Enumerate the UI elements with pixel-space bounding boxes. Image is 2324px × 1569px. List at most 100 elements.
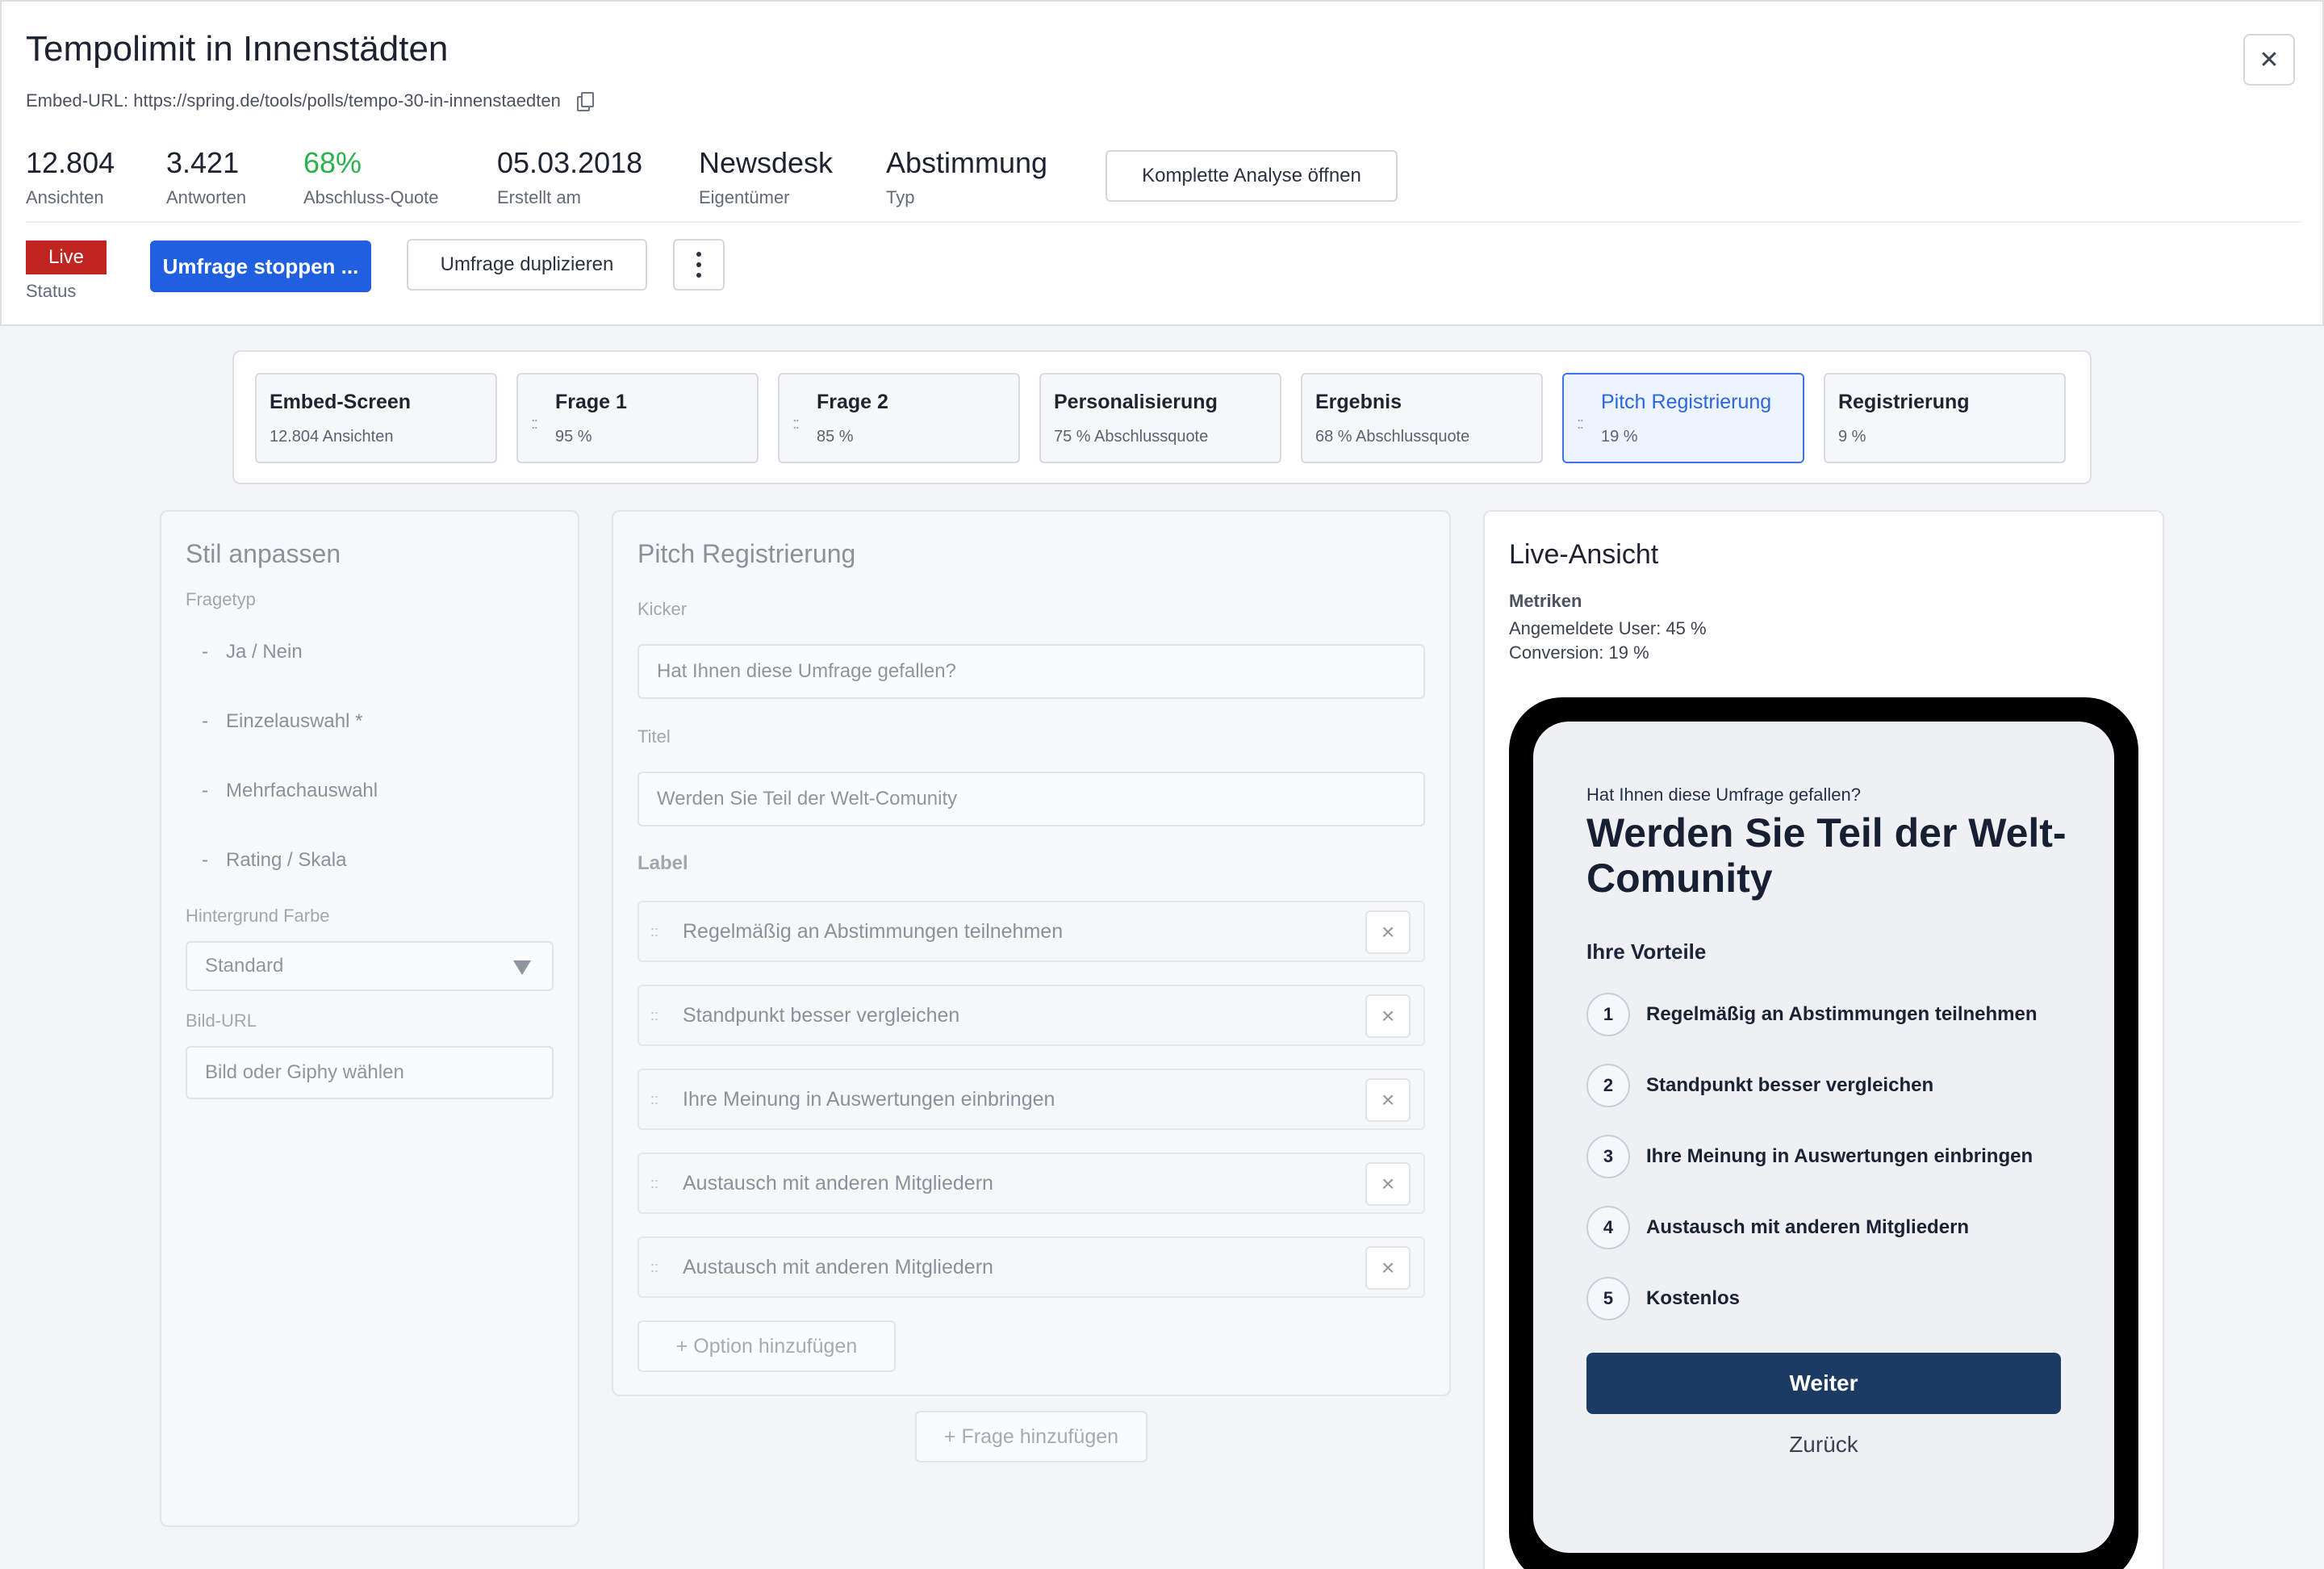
stat-label: Abschluss-Quote: [303, 187, 439, 207]
step-subtitle: 19 %: [1601, 428, 1638, 446]
bg-color-value: Standard: [205, 955, 284, 977]
fragetyp-option[interactable]: - Rating / Skala: [202, 849, 346, 872]
stat-created: 05.03.2018 Erstellt am: [497, 145, 642, 208]
benefit-text: Kostenlos: [1646, 1287, 1741, 1309]
option-row[interactable]: :: Ihre Meinung in Auswertungen einbring…: [637, 1069, 1425, 1130]
step-title: Pitch Registrierung: [1601, 391, 1772, 413]
fragetyp-option[interactable]: - Einzelauswahl *: [202, 710, 362, 733]
remove-option-button[interactable]: ×: [1365, 1078, 1411, 1122]
remove-option-button[interactable]: ×: [1365, 1246, 1411, 1290]
stat-label: Ansichten: [26, 187, 104, 207]
remove-option-button[interactable]: ×: [1365, 910, 1411, 954]
phone-screen: Hat Ihnen diese Umfrage gefallen? Werden…: [1533, 722, 2114, 1553]
step-subtitle: 68 % Abschlussquote: [1315, 428, 1470, 446]
more-options-button[interactable]: [673, 239, 725, 291]
drag-handle-icon[interactable]: ::: [650, 1007, 658, 1024]
image-url-placeholder: Bild oder Giphy wählen: [205, 1061, 404, 1083]
open-analysis-button[interactable]: Komplette Analyse öffnen: [1106, 150, 1398, 202]
more-dot-icon: [696, 252, 701, 257]
embed-url-row: Embed-URL: https://spring.de/tools/polls…: [26, 90, 594, 111]
back-button[interactable]: Zurück: [1586, 1432, 2061, 1458]
metrics-heading: Metriken: [1509, 591, 1582, 611]
drag-handle-icon[interactable]: ::: [650, 923, 658, 940]
style-panel-title: Stil anpassen: [186, 539, 341, 568]
drag-handle-icon[interactable]: ::: [650, 1175, 658, 1192]
step-subtitle: 9 %: [1838, 428, 1866, 446]
stat-label: Typ: [886, 187, 915, 207]
stop-poll-button[interactable]: Umfrage stoppen ...: [150, 241, 371, 292]
metric-users: Angemeldete User: 45 %: [1509, 618, 1707, 638]
option-text[interactable]: Austausch mit anderen Mitgliedern: [683, 1256, 993, 1279]
preview-headline: Werden Sie Teil der Welt-Comunity: [1586, 810, 2067, 901]
benefit-item: 2 Standpunkt besser vergleichen: [1586, 1064, 1933, 1107]
duplicate-poll-button[interactable]: Umfrage duplizieren: [407, 239, 647, 291]
fragetyp-option-label: Rating / Skala: [226, 849, 347, 871]
kicker-value: Hat Ihnen diese Umfrage gefallen?: [657, 660, 956, 682]
option-text[interactable]: Regelmäßig an Abstimmungen teilnehmen: [683, 920, 1063, 943]
benefit-text: Standpunkt besser vergleichen: [1646, 1074, 1934, 1096]
stat-views: 12.804 Ansichten: [26, 145, 115, 208]
benefits-heading: Ihre Vorteile: [1586, 939, 1707, 964]
option-row[interactable]: :: Austausch mit anderen Mitgliedern ×: [637, 1153, 1425, 1214]
benefit-number: 5: [1586, 1277, 1630, 1320]
drag-handle-icon[interactable]: ::: [531, 415, 538, 433]
header-divider: [26, 221, 2301, 223]
close-button[interactable]: ✕: [2243, 34, 2295, 86]
image-url-label: Bild-URL: [186, 1010, 257, 1031]
step-frage-2[interactable]: :: Frage 2 85 %: [778, 373, 1020, 463]
add-option-button[interactable]: + Option hinzufügen: [637, 1320, 896, 1372]
dropdown-arrow-icon: [513, 960, 531, 975]
stat-value: Newsdesk: [699, 146, 834, 179]
fragetyp-option[interactable]: - Ja / Nein: [202, 641, 303, 663]
step-subtitle: 75 % Abschlussquote: [1054, 428, 1209, 446]
drag-handle-icon[interactable]: ::: [792, 415, 800, 433]
status-badge: Live: [26, 241, 107, 274]
step-embed-screen[interactable]: Embed-Screen 12.804 Ansichten: [255, 373, 497, 463]
stat-type: Abstimmung Typ: [886, 145, 1047, 208]
benefit-item: 5 Kostenlos: [1586, 1277, 1740, 1320]
more-dot-icon: [696, 262, 701, 267]
option-row[interactable]: :: Austausch mit anderen Mitgliedern ×: [637, 1236, 1425, 1298]
benefit-item: 3 Ihre Meinung in Auswertungen einbringe…: [1586, 1135, 2033, 1178]
option-row[interactable]: :: Standpunkt besser vergleichen ×: [637, 985, 1425, 1046]
benefit-text: Ihre Meinung in Auswertungen einbringen: [1646, 1145, 2034, 1167]
benefit-text: Austausch mit anderen Mitgliedern: [1646, 1216, 1970, 1238]
stat-label: Erstellt am: [497, 187, 581, 207]
option-text[interactable]: Austausch mit anderen Mitgliedern: [683, 1172, 993, 1195]
option-text[interactable]: Ihre Meinung in Auswertungen einbringen: [683, 1088, 1055, 1111]
remove-option-button[interactable]: ×: [1365, 994, 1411, 1038]
step-subtitle: 12.804 Ansichten: [270, 428, 394, 446]
drag-handle-icon[interactable]: ::: [1577, 415, 1584, 433]
step-personalisierung[interactable]: Personalisierung 75 % Abschlussquote: [1039, 373, 1281, 463]
stat-value: 05.03.2018: [497, 146, 643, 179]
bg-color-select[interactable]: Standard: [186, 941, 554, 991]
copy-icon[interactable]: [576, 92, 594, 111]
step-registrierung[interactable]: Registrierung 9 %: [1824, 373, 2066, 463]
editor-panel-title: Pitch Registrierung: [637, 539, 856, 568]
titel-input[interactable]: Werden Sie Teil der Welt-Comunity: [637, 772, 1425, 826]
drag-handle-icon[interactable]: ::: [650, 1259, 658, 1276]
preview-kicker: Hat Ihnen diese Umfrage gefallen?: [1586, 784, 1861, 805]
add-question-button[interactable]: + Frage hinzufügen: [915, 1411, 1147, 1462]
titel-value: Werden Sie Teil der Welt-Comunity: [657, 788, 958, 810]
bg-color-label: Hintergrund Farbe: [186, 906, 330, 926]
fragetyp-option[interactable]: - Mehrfachauswahl: [202, 780, 378, 802]
step-subtitle: 95 %: [555, 428, 592, 446]
option-text[interactable]: Standpunkt besser vergleichen: [683, 1004, 959, 1027]
step-ergebnis[interactable]: Ergebnis 68 % Abschlussquote: [1301, 373, 1543, 463]
step-title: Frage 2: [817, 391, 888, 413]
status-label: Status: [26, 281, 77, 301]
image-url-input[interactable]: Bild oder Giphy wählen: [186, 1046, 554, 1099]
step-pitch-registrierung[interactable]: :: Pitch Registrierung 19 %: [1562, 373, 1804, 463]
embed-url-text: Embed-URL: https://spring.de/tools/polls…: [26, 90, 561, 111]
page-title: Tempolimit in Innenstädten: [26, 29, 449, 69]
option-row[interactable]: :: Regelmäßig an Abstimmungen teilnehmen…: [637, 901, 1425, 962]
benefit-number: 1: [1586, 993, 1630, 1036]
remove-option-button[interactable]: ×: [1365, 1162, 1411, 1206]
step-frage-1[interactable]: :: Frage 1 95 %: [516, 373, 759, 463]
step-title: Embed-Screen: [270, 391, 412, 413]
kicker-input[interactable]: Hat Ihnen diese Umfrage gefallen?: [637, 644, 1425, 699]
drag-handle-icon[interactable]: ::: [650, 1091, 658, 1108]
step-subtitle: 85 %: [817, 428, 854, 446]
next-button[interactable]: Weiter: [1586, 1353, 2061, 1414]
